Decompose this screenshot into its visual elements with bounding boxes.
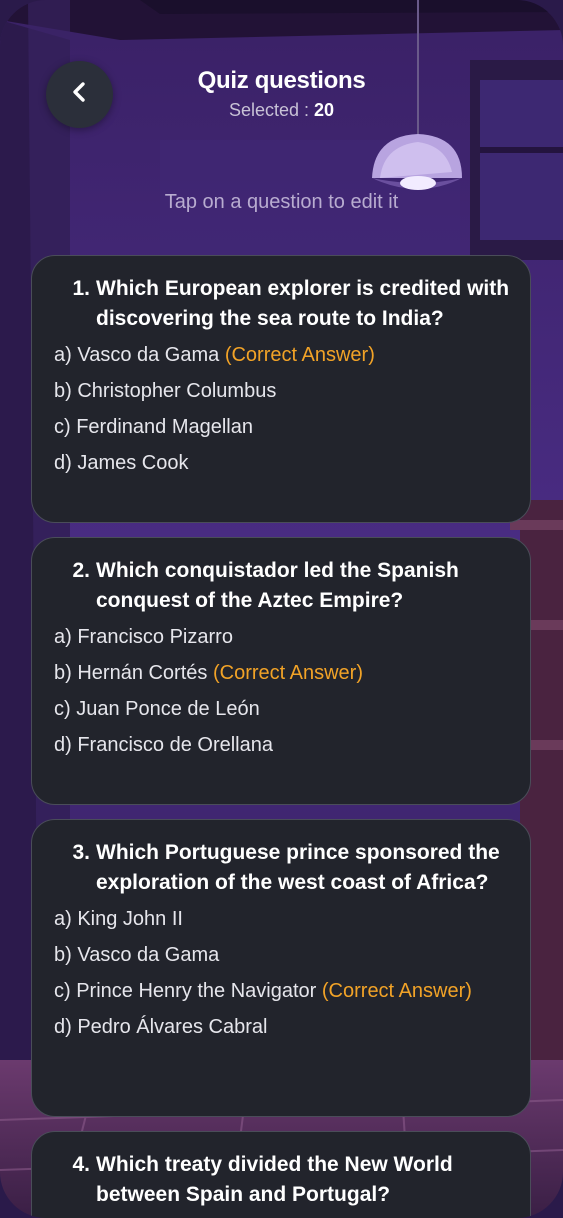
option-d: d) James Cook bbox=[54, 452, 189, 474]
question-1: 1. Which European explorer is credited w… bbox=[54, 274, 510, 334]
selected-count: Selected : 20 bbox=[0, 100, 563, 121]
selected-label: Selected : bbox=[228, 100, 309, 120]
question-number: 3. bbox=[72, 841, 90, 864]
selected-number: 20 bbox=[314, 100, 335, 120]
option-c: c) Prince Henry the Navigator (Correct A… bbox=[54, 976, 510, 1006]
question-text: Which European explorer is credited with… bbox=[96, 277, 510, 330]
correct-answer-label: (Correct Answer) bbox=[321, 980, 472, 1002]
option-b: b) Hernán Cortés (Correct Answer) bbox=[54, 658, 510, 688]
option-d: d) Francisco de Orellana bbox=[54, 734, 273, 756]
option-c: c) Juan Ponce de León bbox=[54, 698, 260, 720]
question-card-2[interactable]: 2. Which conquistador led the Spanish co… bbox=[31, 537, 531, 805]
option-text: b) Hernán Cortés bbox=[54, 662, 208, 684]
option-a: a) King John II bbox=[54, 908, 183, 930]
question-number: 1. bbox=[72, 277, 90, 300]
question-number: 4. bbox=[72, 1153, 90, 1176]
option-b: b) Christopher Columbus bbox=[54, 380, 277, 402]
page-title: Quiz questions bbox=[197, 67, 366, 94]
question-number: 2. bbox=[72, 559, 90, 582]
question-2: 2. Which conquistador led the Spanish co… bbox=[54, 556, 510, 616]
option-text: a) Vasco da Gama bbox=[54, 344, 220, 366]
question-4: 4. Which treaty divided the New World be… bbox=[54, 1150, 510, 1210]
question-card-4[interactable]: 4. Which treaty divided the New World be… bbox=[31, 1131, 531, 1218]
option-a: a) Vasco da Gama (Correct Answer) bbox=[54, 340, 510, 370]
question-text: Which Portuguese prince sponsored the ex… bbox=[96, 841, 500, 894]
app-screen: Quiz questions Selected : 20 Tap on a qu… bbox=[0, 0, 563, 1218]
question-text: Which treaty divided the New World betwe… bbox=[96, 1153, 453, 1206]
correct-answer-label: (Correct Answer) bbox=[224, 344, 375, 366]
question-card-1[interactable]: 1. Which European explorer is credited w… bbox=[31, 255, 531, 523]
option-c: c) Ferdinand Magellan bbox=[54, 416, 253, 438]
option-text: c) Prince Henry the Navigator bbox=[54, 980, 317, 1002]
question-text: Which conquistador led the Spanish conqu… bbox=[96, 559, 459, 612]
question-3: 3. Which Portuguese prince sponsored the… bbox=[54, 838, 510, 898]
option-b: b) Vasco da Gama bbox=[54, 944, 220, 966]
edit-hint: Tap on a question to edit it bbox=[164, 191, 399, 213]
option-d: d) Pedro Álvares Cabral bbox=[54, 1016, 268, 1038]
question-card-3[interactable]: 3. Which Portuguese prince sponsored the… bbox=[31, 819, 531, 1117]
correct-answer-label: (Correct Answer) bbox=[212, 662, 363, 684]
option-a: a) Francisco Pizarro bbox=[54, 626, 233, 648]
